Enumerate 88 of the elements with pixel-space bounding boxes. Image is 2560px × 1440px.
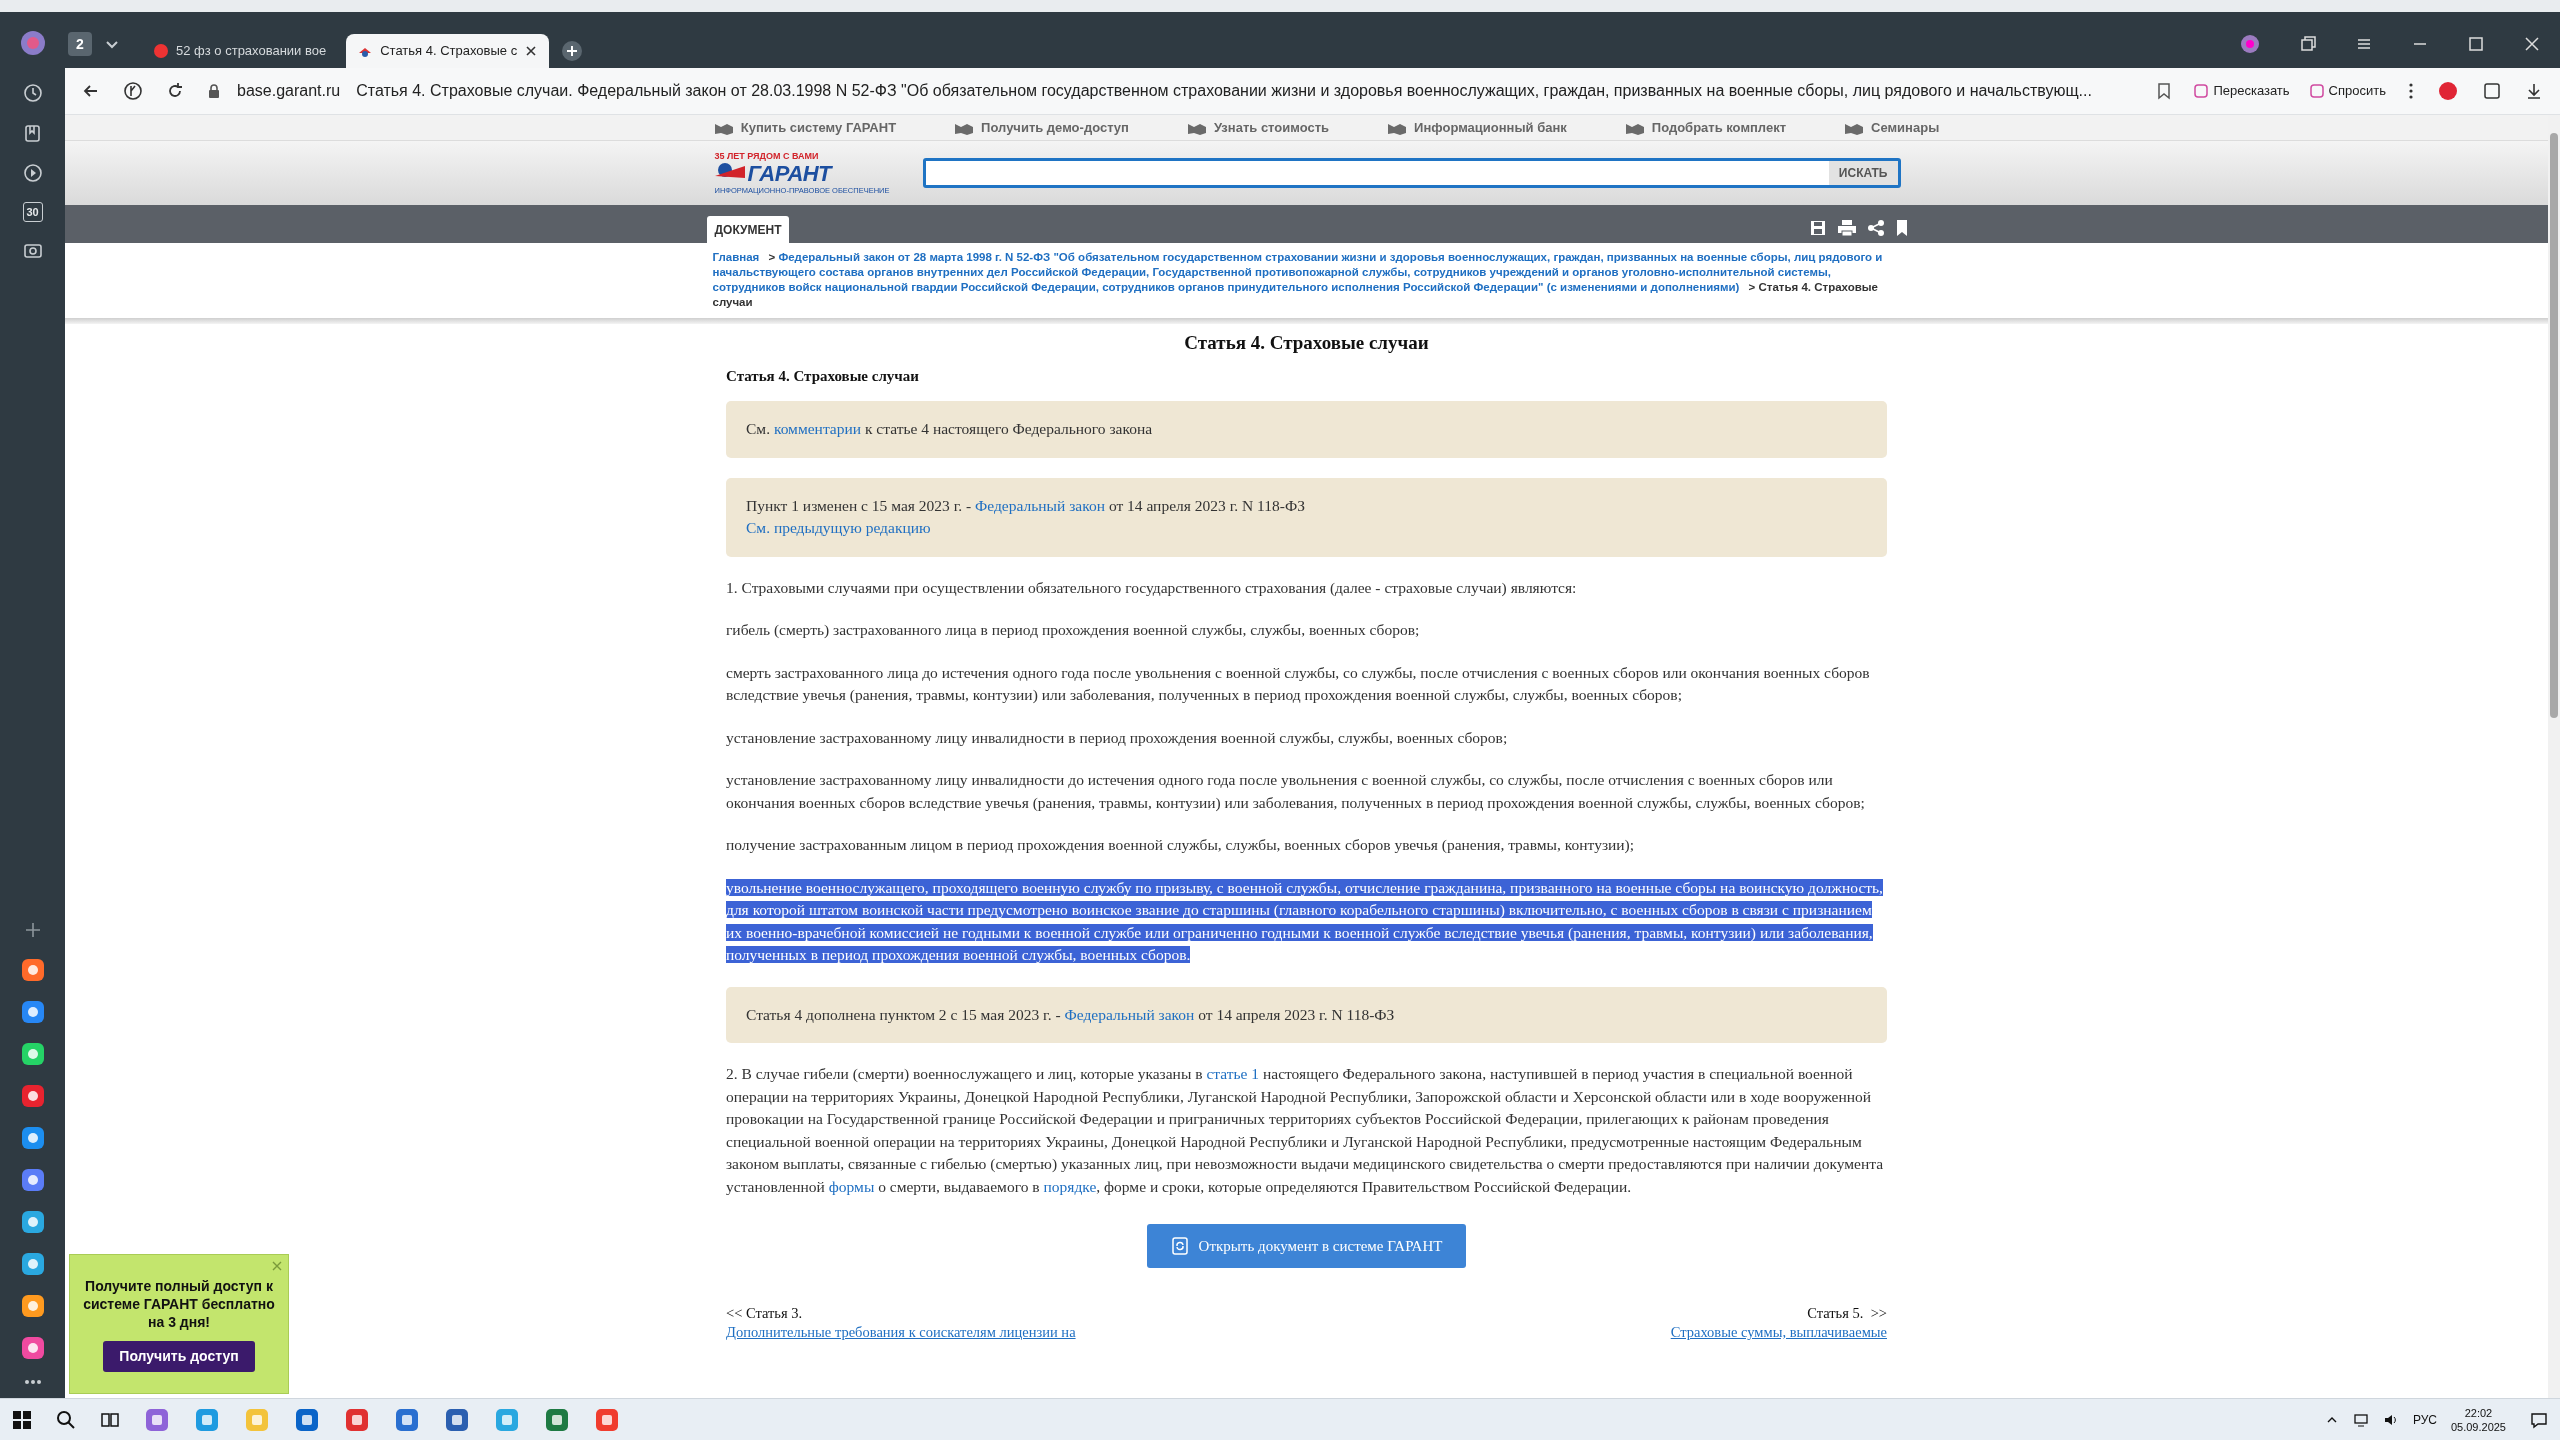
volume-icon[interactable] [2382,1412,2399,1427]
note-text: Статья 4 дополнена пунктом 2 с 15 мая 2023 г. - Федеральный закон от 14 апреля 2023 г. N 118-ФЗ [746,1004,1396,1025]
window-icon[interactable] [2300,36,2316,52]
app-icon[interactable] [20,1252,45,1276]
prev-article-link[interactable]: Дополнительные требования к соискателям лицензии на [726,1323,1076,1342]
share-icon[interactable] [1866,219,1885,237]
maximize-icon[interactable] [2468,36,2484,52]
app-icon[interactable] [20,1210,45,1234]
text-link[interactable]: См. предыдущую редакцию [746,519,931,536]
nav-link[interactable]: Семинары [1844,117,1940,138]
app-icon[interactable] [20,1042,45,1066]
summary-icon [2194,84,2209,98]
close-icon[interactable] [525,45,538,57]
nav-link[interactable]: Информационный банк [1387,117,1567,138]
network-icon[interactable] [2352,1412,2369,1427]
app-icon[interactable] [294,1406,320,1433]
site-icon [154,44,168,58]
more-icon[interactable] [2408,82,2414,100]
paragraph: установление застрахованному лицу инвалидности до истечения одного года после увольнения с военной службы, со службы, после отчисления с военных сборов или окончания военных сборов вследствие увечья (ранения, травмы, контузии) или заболевания, полученных в период прохождения военной службы, службы, военных сборов; [726,770,1866,813]
print-icon[interactable] [1836,219,1857,237]
paragraph: установление застрахованному лицу инвалидности в период прохождения военной службы, службы, военных сборов; [726,727,1509,748]
retell-button[interactable]: Пересказать [2194,81,2290,101]
promo-text: Получите полный доступ к системе ГАРАНТ бесплатно на 3 дня! [82,1277,276,1331]
article-heading: Статья 4. Страховые случаи [726,366,920,386]
app-icon[interactable] [20,1294,45,1318]
yandex-icon[interactable] [123,81,143,101]
text-link[interactable]: Федеральный закон [975,496,1105,514]
nav-link[interactable]: Узнать стоимость [1186,117,1330,138]
app-icon[interactable] [20,1336,45,1360]
text-link[interactable]: формы [828,1177,875,1195]
bookmark-icon[interactable] [2156,82,2173,100]
notifications-icon[interactable] [2530,1410,2548,1429]
search-field[interactable]: ИСКАТЬ [923,158,1901,188]
app-icon[interactable] [20,1168,45,1192]
app-icon[interactable] [20,1126,45,1150]
paragraph: 2. В случае гибели (смерти) военнослужащего и лиц, которые указаны в статье 1 настоящего Федерального закона, наступившей в период участия в специальной военной операции на территориях Украины, Донецкой Народной Республики, Луганской Народной Республики, Запорожской области и Херсонской области или в ходе вооруженной провокации на Государственной границе Российской Федерации и приграничных территориях субъектов Российской Федерации, прилегающих к районам проведения специальной военной операции на территориях Украины, Донецкой Народной Республики и Луганской Народной Республики, предусмотренные настоящим Федеральным законом выплаты, связанные с гибелью (смертью) указанных лиц, при невозможности выдачи медицинского свидетельства о смерти предоставляются при наличии документа установленной формы о смерти, выдаваемого в порядке, форме и сроки, которые определяются Правительством Российской Федерации. [726,1064,1885,1197]
ask-button[interactable]: Спросить [2309,81,2386,101]
calendar-icon[interactable]: 30 [22,202,43,222]
scrollbar-thumb[interactable] [2550,133,2558,718]
paragraph: получение застрахованным лицом в период прохождения военной службы, службы, военных сборов увечья (ранения, травмы, контузии); [726,835,1636,855]
next-article-link[interactable]: Страховые суммы, выплачиваемые [1670,1323,1887,1342]
prev-article-label: << Статья 3. [726,1304,804,1323]
note-text: См. комментарии к статье 4 настоящего Федерального закона [746,419,1154,439]
profile-icon[interactable] [2240,34,2260,54]
app-icon[interactable] [544,1406,570,1433]
app-icon[interactable] [20,1084,45,1108]
text-link[interactable]: статье 1 [1206,1065,1260,1082]
url-domain[interactable]: base.garant.ru [237,79,341,103]
note-text: Пункт 1 изменен с 15 мая 2023 г. - Федеральный закон от 14 апреля 2023 г. N 118-ФЗ [746,495,1306,516]
extensions-icon[interactable] [2482,81,2502,101]
nav-link[interactable]: Подобрать комплект [1624,117,1787,138]
paragraph: 1. Страховыми случаями при осуществлении обязательного государственного страхования (далее - страховые случаи) являются: [726,577,1578,598]
app-icon[interactable] [20,1000,45,1024]
app-icon[interactable] [444,1406,470,1433]
browser-logo-icon[interactable] [20,30,46,56]
paragraph: смерть застрахованного лица до истечения одного года после увольнения с военной службы, со службы, после отчисления с военных сборов или окончания военных сборов вследствие увечья (ранения, травмы, контузии) или заболевания, полученных в период прохождения военной службы, службы, военных сборов; [726,662,1871,705]
search-button[interactable]: ИСКАТЬ [1828,161,1898,185]
browser-tab[interactable]: Статья 4. Страховые с [346,34,550,68]
text-link[interactable]: комментарии [773,420,862,437]
save-icon[interactable] [1808,219,1827,237]
browser-tab[interactable]: 52 фз о страховании вое [142,34,339,68]
text-link[interactable]: Федеральный закон [1064,1005,1195,1023]
page-heading: Статья 4. Страховые случаи [1183,332,1430,355]
nav-link[interactable]: Купить систему ГАРАНТ [713,117,897,138]
paragraph: увольнение военнослужащего, проходящего военную службу по призыву, с военной службы, отчисление гражданина, призванного на военные сборы на воинскую должность, для которой штатом воинской части предусмотрено воинское звание до старшины (главного корабельного старшины) включительно, с военных сборов в связи с признанием их военно-врачебной комиссией не годными к военной службе или ограниченно годными к военной службе вследствие увечья (ранения, травмы, контузии) или заболевания, полученных в период прохождения военной службы, военных сборов. [726,877,1884,965]
clock[interactable]: 22:02 05.09.2025 [2450,1405,2506,1434]
lock-icon [207,83,221,99]
windows-icon[interactable] [12,1409,32,1430]
bookmark-icon[interactable] [1894,219,1909,237]
paragraph: гибель (смерть) застрахованного лица в период прохождения военной службы, службы, военных сборов; [726,620,1421,640]
new-tab-icon[interactable] [561,40,584,62]
document-tab[interactable]: ДОКУМЕНТ [706,216,790,243]
tab-counter[interactable]: 2 [68,32,92,56]
refresh-doc-icon [1170,1237,1189,1255]
get-access-button[interactable]: Получить доступ [103,1341,255,1372]
nav-link[interactable]: Получить демо-доступ [954,117,1129,138]
chat-icon [2309,84,2324,98]
search-icon[interactable] [56,1409,76,1430]
app-icon[interactable] [20,958,45,982]
language-indicator[interactable]: РУС [2412,1410,2437,1429]
more-icon[interactable] [22,1378,43,1386]
menu-icon[interactable] [2356,36,2372,52]
open-document-button[interactable]: Открыть документ в системе ГАРАНТ [1146,1224,1467,1268]
breadcrumb[interactable]: Главная > Федеральный закон от 28 марта 1998 г. N 52-ФЗ "Об обязательном государственном страховании жизни и здоровья военнослужащих, граждан, призванных на военные сборы, лиц рядового и начальствующего состава органов внутренних дел Российской Федерации, Государственной противопожарной службы, сотрудников учреждений и органов уголовно-исполнительной системы, сотрудников войск национальной гвардии Российской Федерации, сотрудников органов принудительного исполнения Российской Федерации" (с изменениями и дополнениями) > Статья 4. Страховые случаи [712,250,1901,310]
play-icon[interactable] [21,162,44,184]
next-article-label: Статья 5. >> [1807,1304,1887,1323]
page-title-text: Статья 4. Страховые случаи. Федеральный закон от 28.03.1998 N 52-ФЗ "Об обязательном государственном страховании жизни и здоровья военнослужащих, граждан, призванных на военные сборы, лиц рядового и начальствующ... [356,81,2092,101]
history-icon[interactable] [21,82,44,104]
